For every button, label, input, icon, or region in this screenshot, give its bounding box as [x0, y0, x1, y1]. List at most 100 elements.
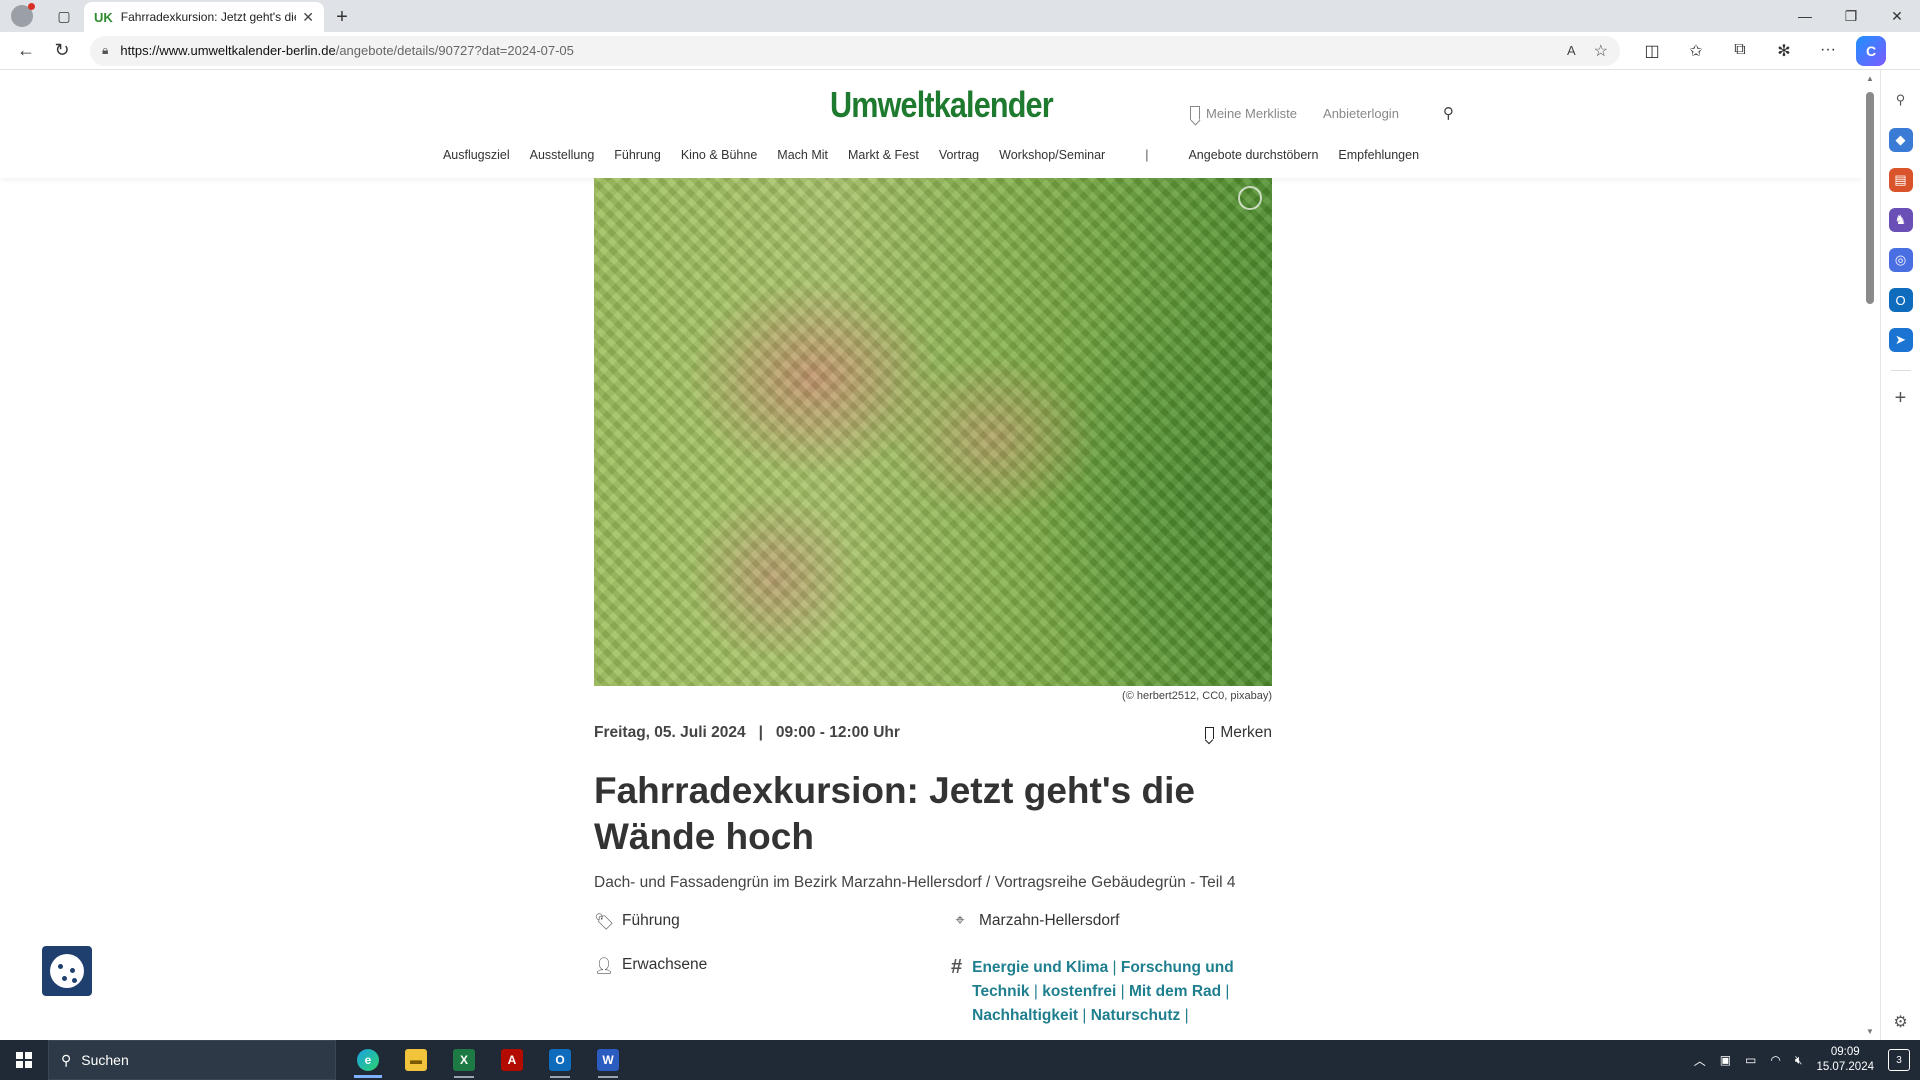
event-datetime: Freitag, 05. Juli 2024 | 09:00 - 12:00 U…: [594, 724, 900, 742]
event-hero-image[interactable]: [594, 178, 1272, 686]
tab-actions-icon[interactable]: ▢: [44, 0, 84, 32]
tag-list: Energie und Klima | Forschung und Techni…: [972, 956, 1272, 1028]
scrollbar-thumb[interactable]: [1866, 92, 1874, 304]
extensions-icon[interactable]: ✻: [1762, 41, 1806, 61]
volume-muted-icon[interactable]: 🔇︎: [1795, 1053, 1803, 1068]
taskbar-search[interactable]: ⚲ Suchen: [48, 1040, 336, 1080]
merken-button[interactable]: Merken: [1205, 724, 1272, 742]
site-logo[interactable]: Umweltkalender: [830, 84, 1054, 126]
profile-button[interactable]: [0, 0, 44, 32]
taskbar-outlook[interactable]: O: [536, 1040, 584, 1080]
sidebar-tools-icon[interactable]: ▤: [1888, 168, 1913, 192]
event-category: 🏷︎ Führung: [594, 912, 951, 932]
favorite-star-icon[interactable]: ☆: [1594, 41, 1608, 61]
sidebar-add-icon[interactable]: +: [1895, 387, 1907, 410]
sidebar-send-icon[interactable]: ➤: [1888, 328, 1913, 352]
map-pin-icon: ⌖: [955, 912, 965, 929]
nav-item-empfehlungen[interactable]: Empfehlungen: [1328, 148, 1429, 162]
tag-link[interactable]: Energie und Klima: [972, 959, 1108, 976]
taskbar-search-label: Suchen: [81, 1052, 129, 1068]
clock-date: 15.07.2024: [1816, 1061, 1874, 1073]
copilot-icon[interactable]: C: [1856, 35, 1886, 66]
gallery-icon[interactable]: [1238, 186, 1262, 210]
clock-time: 09:09: [1830, 1046, 1860, 1058]
url-host: https://www.umweltkalender-berlin.de: [120, 43, 336, 58]
tag-link[interactable]: kostenfrei: [1042, 983, 1116, 1000]
reload-icon[interactable]: ↻: [44, 33, 80, 69]
search-icon[interactable]: ⚲: [1443, 104, 1454, 122]
close-tab-icon[interactable]: ✕: [302, 9, 314, 26]
scroll-down-icon[interactable]: ▼: [1866, 1027, 1874, 1036]
avatar: [11, 3, 35, 27]
sidebar-outlook-icon[interactable]: O: [1888, 288, 1913, 312]
scroll-up-icon[interactable]: ▲: [1866, 74, 1874, 83]
bookmark-icon: [1205, 727, 1215, 739]
taskbar-acrobat[interactable]: A: [488, 1040, 536, 1080]
nav-item-angebote[interactable]: Angebote durchstöbern: [1178, 148, 1328, 162]
security-icon[interactable]: ▣: [1720, 1053, 1731, 1067]
image-credit: (© herbert2512, CC0, pixabay): [1122, 690, 1272, 702]
wifi-icon[interactable]: ◠: [1770, 1053, 1780, 1067]
nav-item-ausflugsziel[interactable]: Ausflugsziel: [433, 148, 520, 162]
start-button[interactable]: [0, 1040, 48, 1080]
taskbar-clock[interactable]: 09:09 15.07.2024: [1816, 1045, 1874, 1075]
notification-center-icon[interactable]: 3: [1888, 1049, 1910, 1071]
taskbar-excel[interactable]: X: [440, 1040, 488, 1080]
tag-link[interactable]: Naturschutz: [1091, 1007, 1181, 1024]
collections-icon[interactable]: ⧉: [1718, 41, 1762, 61]
cookie-settings-button[interactable]: [42, 946, 92, 996]
nav-item-workshop[interactable]: Workshop/Seminar: [989, 148, 1115, 162]
notification-count: 3: [1896, 1054, 1902, 1066]
windows-logo-icon: [16, 1052, 32, 1068]
event-title: Fahrradexkursion: Jetzt geht's die Wände…: [594, 770, 1195, 857]
header-links: Meine Merkliste Anbieterlogin ⚲: [1190, 104, 1454, 122]
address-bar[interactable]: 🔒︎ https://www.umweltkalender-berlin.de /…: [90, 35, 1620, 66]
lock-icon[interactable]: 🔒︎: [102, 43, 108, 58]
split-screen-icon[interactable]: ◫: [1630, 41, 1674, 61]
event-subtitle: Dach- und Fassadengrün im Bezirk Marzahn…: [594, 874, 1236, 891]
tag-icon: 🏷︎: [594, 914, 615, 931]
event-time: 09:00 - 12:00 Uhr: [775, 724, 900, 741]
nav-item-kino-buehne[interactable]: Kino & Bühne: [671, 148, 767, 162]
browser-tab-active[interactable]: UK Fahrradexkursion: Jetzt geht's die Wä…: [84, 2, 324, 32]
merkliste-label: Meine Merkliste: [1206, 105, 1298, 121]
search-icon: ⚲: [61, 1051, 72, 1068]
read-aloud-icon[interactable]: A: [1567, 43, 1576, 58]
taskbar-explorer[interactable]: ▬: [392, 1040, 440, 1080]
nav-item-ausstellung[interactable]: Ausstellung: [520, 148, 605, 162]
sidebar-office-icon[interactable]: ◎: [1888, 248, 1913, 272]
nav-item-vortrag[interactable]: Vortrag: [929, 148, 989, 162]
hashtag-icon: #: [951, 956, 963, 978]
sidebar-divider: [1890, 370, 1911, 371]
nav-item-mach-mit[interactable]: Mach Mit: [767, 148, 838, 162]
event-location: ⌖ Marzahn-Hellersdorf: [951, 912, 1272, 932]
page-scrollbar[interactable]: ▲ ▼: [1862, 70, 1878, 1040]
merkliste-link[interactable]: Meine Merkliste: [1190, 106, 1297, 121]
pdf-icon: A: [501, 1049, 523, 1071]
battery-icon[interactable]: ▭: [1745, 1053, 1756, 1067]
more-menu-icon[interactable]: ···: [1806, 41, 1850, 61]
taskbar-edge[interactable]: e: [344, 1040, 392, 1080]
chevron-up-icon[interactable]: ︿: [1694, 1052, 1706, 1069]
nav-item-markt-fest[interactable]: Markt & Fest: [838, 148, 929, 162]
tag-separator: |: [1225, 983, 1230, 1000]
favorites-icon[interactable]: ✩: [1674, 41, 1718, 61]
back-arrow-icon[interactable]: ←: [8, 33, 44, 69]
event-date: Freitag, 05. Juli 2024: [594, 724, 746, 741]
restore-icon[interactable]: ❐: [1828, 8, 1874, 25]
sidebar-shopping-icon[interactable]: ◆: [1888, 128, 1913, 152]
url-path: /angebote/details/90727?dat=2024-07-05: [335, 43, 574, 58]
new-tab-button[interactable]: +: [324, 2, 360, 32]
person-icon: 👤︎: [594, 958, 615, 975]
windows-taskbar: ⚲ Suchen e ▬ X A O W ︿ ▣ ▭ ◠ 🔇︎ 09:09 15…: [0, 1040, 1920, 1080]
minimize-icon[interactable]: —: [1782, 8, 1828, 24]
taskbar-word[interactable]: W: [584, 1040, 632, 1080]
anbieter-login-link[interactable]: Anbieterlogin: [1323, 106, 1399, 121]
sidebar-settings-icon[interactable]: ⚙: [1893, 1012, 1907, 1032]
close-window-icon[interactable]: ✕: [1874, 8, 1920, 25]
tag-link[interactable]: Nachhaltigkeit: [972, 1007, 1078, 1024]
nav-item-fuehrung[interactable]: Führung: [604, 148, 671, 162]
sidebar-games-icon[interactable]: ♞: [1888, 208, 1913, 232]
tag-link[interactable]: Mit dem Rad: [1129, 983, 1221, 1000]
sidebar-search-icon[interactable]: ⚲: [1889, 88, 1913, 112]
